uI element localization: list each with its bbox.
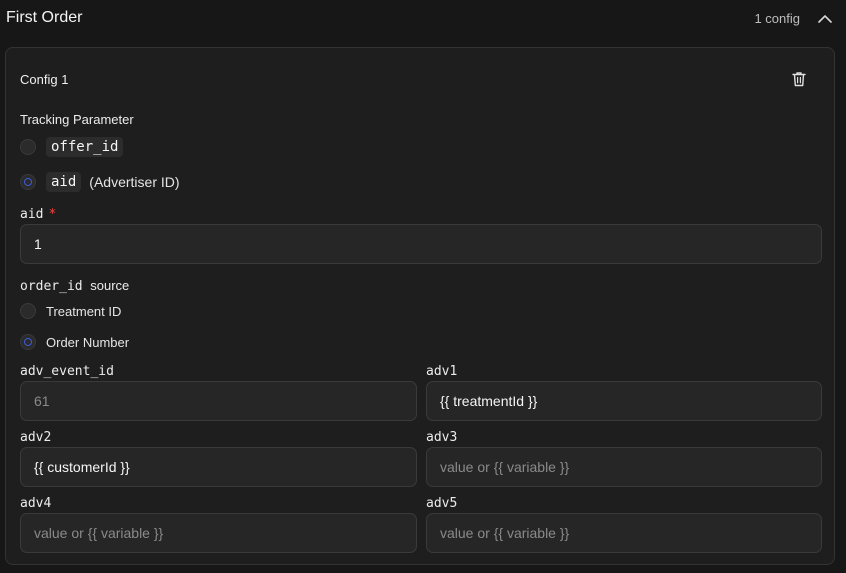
aid-code: aid <box>46 172 82 192</box>
radio-order-number[interactable]: Order Number <box>20 334 129 350</box>
section-title: First Order <box>6 9 83 26</box>
radio-offer-id[interactable]: offer_id <box>20 137 124 157</box>
order-number-label: Order Number <box>46 334 130 350</box>
adv-event-id-label: adv_event_id <box>20 364 114 379</box>
order-id-suffix: source <box>90 278 130 293</box>
collapse-button[interactable] <box>814 8 836 28</box>
adv3-label: adv3 <box>426 430 458 445</box>
adv4-input[interactable] <box>20 513 417 553</box>
config-count: 1 config <box>754 11 800 26</box>
aid-input[interactable] <box>20 224 822 264</box>
adv1-input[interactable] <box>426 381 822 421</box>
adv5-input[interactable] <box>426 513 822 553</box>
page: First Order 1 config Config 1 Tracking P… <box>0 0 846 573</box>
delete-config-button[interactable] <box>788 68 810 90</box>
radio-button-selected[interactable] <box>20 174 36 190</box>
radio-button-selected[interactable] <box>20 334 36 350</box>
adv-event-id-input[interactable] <box>20 381 417 421</box>
radio-aid[interactable]: aid (Advertiser ID) <box>20 172 180 192</box>
radio-button[interactable] <box>20 139 36 155</box>
adv4-label: adv4 <box>20 496 52 511</box>
adv2-input[interactable] <box>20 447 417 487</box>
adv5-label: adv5 <box>426 496 458 511</box>
adv2-label: adv2 <box>20 430 52 445</box>
aid-hint: (Advertiser ID) <box>89 174 180 190</box>
aid-label-text: aid <box>20 207 44 222</box>
radio-treatment-id[interactable]: Treatment ID <box>20 303 121 319</box>
aid-field-label: aid * <box>20 207 56 222</box>
adv3-input[interactable] <box>426 447 822 487</box>
required-mark: * <box>48 207 57 222</box>
tracking-parameter-label: Tracking Parameter <box>20 112 134 127</box>
order-id-source-label: order_id source <box>20 278 129 294</box>
trash-icon <box>792 72 806 87</box>
treatment-id-label: Treatment ID <box>46 303 122 319</box>
config-title: Config 1 <box>20 72 69 87</box>
adv1-label: adv1 <box>426 364 458 379</box>
section-header[interactable]: First Order 1 config <box>0 0 846 38</box>
offer-id-code: offer_id <box>46 137 124 157</box>
order-id-code: order_id <box>20 279 83 294</box>
radio-button[interactable] <box>20 303 36 319</box>
chevron-up-icon <box>818 14 832 23</box>
config-card: Config 1 Tracking Parameter offer_id aid… <box>5 47 835 565</box>
